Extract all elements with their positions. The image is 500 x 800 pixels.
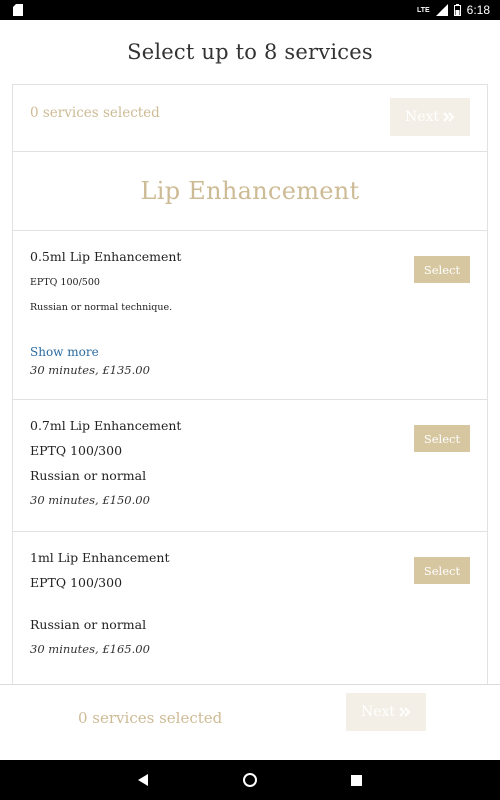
service-name: 1ml Lip Enhancement — [30, 550, 170, 565]
page-title: Select up to 8 services — [127, 40, 373, 64]
services-card: 0 services selected Next Lip Enhancement… — [12, 84, 488, 685]
next-button-top[interactable]: Next — [390, 98, 470, 136]
selection-summary-bottom: 0 services selected Next — [0, 684, 500, 761]
navigation-bar — [0, 760, 500, 800]
service-name: 0.5ml Lip Enhancement — [30, 249, 182, 264]
service-item: 0.5ml Lip Enhancement EPTQ 100/500 Russi… — [13, 231, 487, 400]
service-description: EPTQ 100/300 — [30, 575, 123, 590]
selected-count: 0 services selected — [78, 709, 223, 727]
service-description: Russian or normal — [30, 468, 147, 483]
next-button-bottom[interactable]: Next — [346, 693, 426, 731]
home-icon — [243, 773, 257, 787]
service-description: Russian or normal technique. — [30, 302, 173, 313]
back-icon — [138, 774, 148, 786]
service-item: 1ml Lip Enhancement EPTQ 100/300 Russian… — [13, 532, 487, 685]
select-button[interactable]: Select — [414, 557, 470, 584]
home-button[interactable] — [235, 760, 265, 800]
recents-button[interactable] — [341, 760, 371, 800]
sd-card-icon — [13, 4, 23, 16]
next-button-label: Next — [404, 109, 440, 125]
selection-summary-top: 0 services selected Next — [13, 85, 487, 152]
service-duration-price: 30 minutes, £165.00 — [30, 642, 150, 656]
battery-icon — [453, 4, 461, 16]
status-bar: LTE 6:18 — [0, 0, 500, 20]
service-description: EPTQ 100/500 — [30, 277, 100, 288]
select-button[interactable]: Select — [414, 256, 470, 283]
category-title: Lip Enhancement — [13, 152, 487, 231]
service-description: Russian or normal — [30, 617, 147, 632]
service-duration-price: 30 minutes, £150.00 — [30, 493, 150, 507]
show-more-link[interactable]: Show more — [30, 345, 99, 359]
network-type: LTE — [416, 6, 430, 14]
recents-icon — [350, 774, 362, 786]
clock: 6:18 — [466, 3, 490, 17]
selected-count: 0 services selected — [30, 105, 160, 121]
chevrons-right-icon — [399, 707, 411, 717]
service-duration-price: 30 minutes, £135.00 — [30, 363, 150, 377]
next-button-label: Next — [360, 704, 396, 720]
chevrons-right-icon — [443, 112, 455, 122]
back-button[interactable] — [128, 760, 158, 800]
signal-icon — [435, 4, 448, 16]
service-description: EPTQ 100/300 — [30, 443, 123, 458]
service-name: 0.7ml Lip Enhancement — [30, 418, 182, 433]
select-button[interactable]: Select — [414, 425, 470, 452]
service-item: 0.7ml Lip Enhancement EPTQ 100/300 Russi… — [13, 400, 487, 532]
